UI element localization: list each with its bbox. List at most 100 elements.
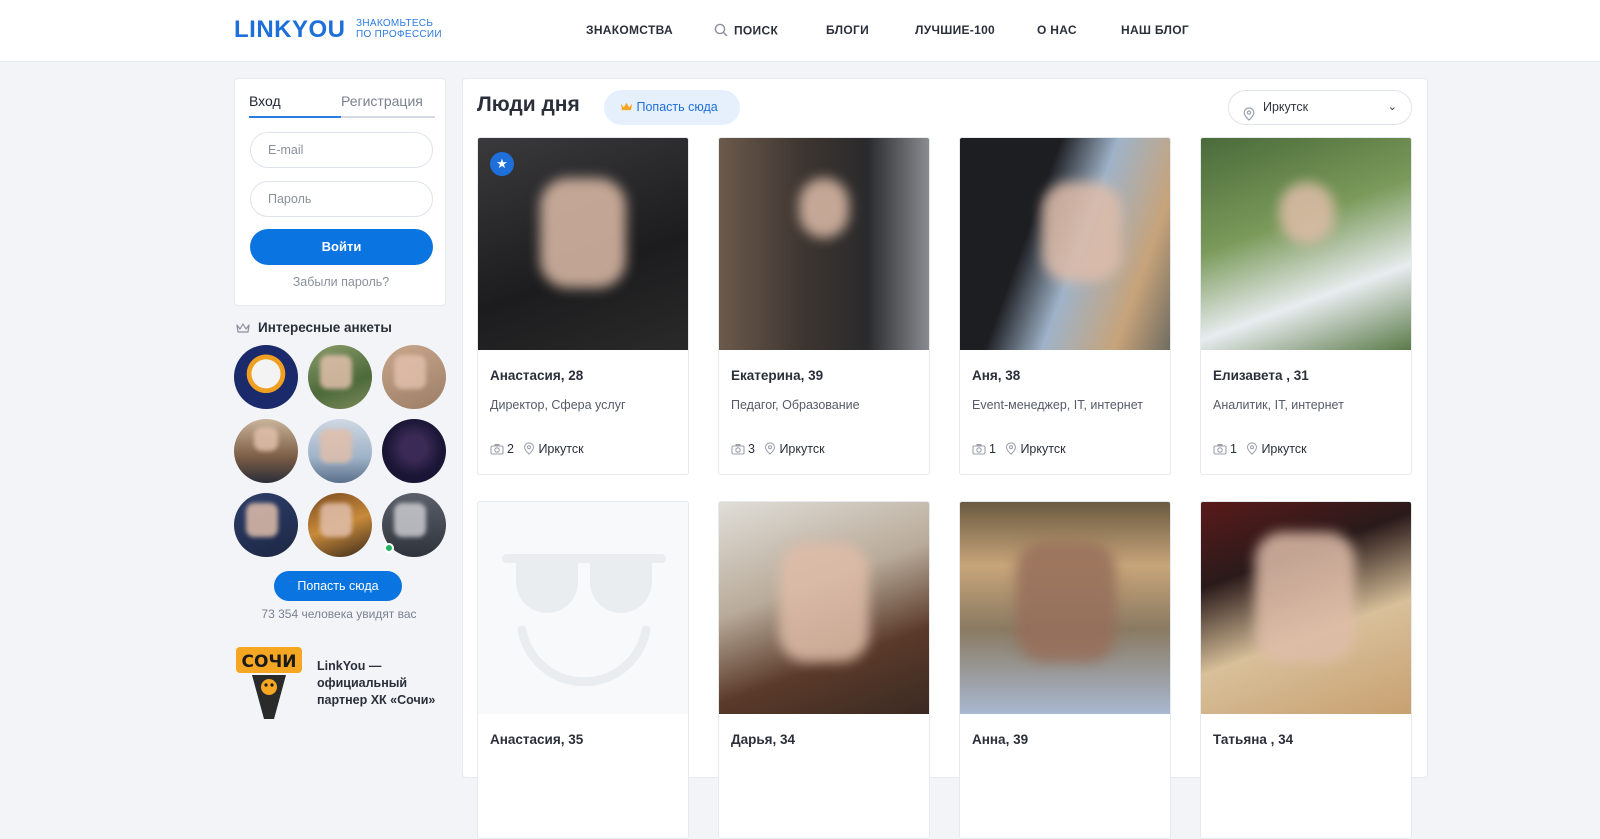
camera-icon — [1213, 443, 1227, 458]
avatar[interactable] — [382, 345, 446, 409]
profile-name[interactable]: Анастасия, 35 — [490, 732, 583, 747]
forgot-password-link[interactable]: Забыли пароль? — [235, 275, 447, 289]
profile-city: Иркутск — [779, 442, 825, 456]
nav-about[interactable]: О НАС — [1037, 23, 1077, 37]
interesting-profiles-title: Интересные анкеты — [258, 320, 392, 335]
profile-profession: Директор, Сфера услуг — [490, 398, 626, 412]
avatar[interactable] — [308, 345, 372, 409]
location-pin-icon — [523, 442, 535, 458]
partner-logo-text: СОЧИ — [242, 652, 297, 672]
profile-card[interactable]: Дарья, 34 — [718, 501, 930, 839]
city-select[interactable]: Иркутск ⌄ — [1228, 90, 1412, 125]
avatar[interactable] — [308, 419, 372, 483]
blurred-face — [246, 503, 278, 537]
blurred-face — [1016, 542, 1116, 662]
avatar[interactable] — [234, 493, 298, 557]
avatar[interactable] — [308, 493, 372, 557]
viewers-count: 73 354 человека увидят вас — [261, 607, 417, 621]
profile-photo[interactable] — [960, 502, 1170, 714]
profile-photo[interactable] — [719, 138, 929, 350]
location-pin-icon — [764, 442, 776, 458]
get-here-label: Попасть сюда — [636, 100, 718, 114]
location-pin-icon — [1005, 442, 1017, 458]
profile-city: Иркутск — [538, 442, 584, 456]
profile-name[interactable]: Анастасия, 28 — [490, 368, 583, 383]
profile-photo[interactable] — [719, 502, 929, 714]
profile-card[interactable]: Екатерина, 39 Педагог, Образование 3 Ирк… — [718, 137, 930, 475]
sochi-hockey-logo[interactable]: СОЧИ — [234, 645, 304, 728]
profile-photo[interactable] — [960, 138, 1170, 350]
profile-meta: 2 Иркутск — [490, 442, 584, 458]
blurred-face — [799, 178, 849, 238]
profile-name[interactable]: Анна, 39 — [972, 732, 1028, 747]
avatar[interactable] — [382, 419, 446, 483]
nav-dating[interactable]: ЗНАКОМСТВА — [586, 23, 673, 37]
profile-card[interactable]: Анастасия, 35 — [477, 501, 689, 839]
profile-profession: Event-менеджер, IT, интернет — [972, 398, 1143, 412]
profile-card[interactable]: Елизавета , 31 Аналитик, IT, интернет 1 … — [1200, 137, 1412, 475]
profile-card[interactable]: Аня, 38 Event-менеджер, IT, интернет 1 И… — [959, 137, 1171, 475]
avatar[interactable] — [234, 419, 298, 483]
blurred-face — [779, 542, 869, 662]
tagline-line-2: ПО ПРОФЕССИИ — [356, 29, 442, 40]
photo-count: 3 — [748, 442, 755, 456]
blurred-face — [254, 427, 278, 451]
profile-card[interactable]: Анна, 39 — [959, 501, 1171, 839]
profile-name[interactable]: Екатерина, 39 — [731, 368, 823, 383]
nav-search[interactable]: ПОИСК — [714, 23, 778, 40]
avatar[interactable] — [234, 345, 298, 409]
photo-count: 2 — [507, 442, 514, 456]
tab-register[interactable]: Регистрация — [341, 93, 423, 109]
tab-underline — [249, 116, 435, 118]
profile-card[interactable]: Татьяна , 34 — [1200, 501, 1412, 839]
photo-count: 1 — [989, 442, 996, 456]
star-icon: ★ — [490, 152, 514, 176]
camera-icon — [490, 443, 504, 458]
profile-meta: 1 Иркутск — [972, 442, 1066, 458]
profile-name[interactable]: Дарья, 34 — [731, 732, 795, 747]
nav-blogs[interactable]: БЛОГИ — [826, 23, 869, 37]
search-icon — [714, 23, 728, 40]
profile-profession: Аналитик, IT, интернет — [1213, 398, 1344, 412]
top-header: LINKYOU ЗНАКОМЬТЕСЬ ПО ПРОФЕССИИ ЗНАКОМС… — [0, 0, 1600, 62]
profile-city: Иркутск — [1020, 442, 1066, 456]
chevron-down-icon: ⌄ — [1387, 101, 1397, 113]
login-button[interactable]: Войти — [250, 229, 433, 265]
profile-name[interactable]: Аня, 38 — [972, 368, 1020, 383]
profile-photo[interactable] — [1201, 502, 1411, 714]
profile-meta: 3 Иркутск — [731, 442, 825, 458]
profile-name[interactable]: Татьяна , 34 — [1213, 732, 1293, 747]
blurred-face — [1255, 532, 1355, 662]
blurred-face — [1042, 182, 1122, 282]
profile-photo[interactable] — [1201, 138, 1411, 350]
tagline-line-1: ЗНАКОМЬТЕСЬ — [356, 18, 434, 29]
site-tagline: ЗНАКОМЬТЕСЬ ПО ПРОФЕССИИ — [356, 18, 442, 40]
profile-photo-placeholder[interactable] — [478, 502, 688, 714]
profile-card[interactable]: ★ Анастасия, 28 Директор, Сфера услуг 2 … — [477, 137, 689, 475]
site-logo[interactable]: LINKYOU — [234, 16, 346, 44]
blurred-face — [394, 355, 426, 389]
blurred-face — [394, 503, 426, 537]
page-title: Люди дня — [477, 93, 580, 116]
location-pin-icon — [1243, 101, 1255, 134]
blurred-face — [1279, 182, 1335, 244]
camera-icon — [731, 443, 745, 458]
tab-active-indicator — [249, 116, 341, 118]
location-pin-icon — [1246, 442, 1258, 458]
get-featured-button[interactable]: Попасть сюда — [274, 571, 402, 601]
nav-top-100[interactable]: ЛУЧШИЕ-100 — [915, 23, 995, 37]
partner-text: LinkYou — официальный партнер ХК «Сочи» — [317, 659, 436, 707]
nav-search-label: ПОИСК — [734, 23, 779, 38]
login-card: Вход Регистрация Войти Забыли пароль? — [234, 78, 446, 306]
password-field[interactable] — [250, 181, 433, 217]
profile-name[interactable]: Елизавета , 31 — [1213, 368, 1309, 383]
nav-our-blog[interactable]: НАШ БЛОГ — [1121, 23, 1189, 37]
email-field[interactable] — [250, 132, 433, 168]
get-here-button[interactable]: Попасть сюда — [604, 90, 740, 125]
crown-icon — [236, 321, 250, 339]
blurred-face — [540, 178, 626, 288]
blurred-face — [320, 503, 352, 537]
tab-login[interactable]: Вход — [249, 93, 281, 109]
blurred-face — [320, 355, 352, 389]
crown-icon — [620, 100, 636, 114]
